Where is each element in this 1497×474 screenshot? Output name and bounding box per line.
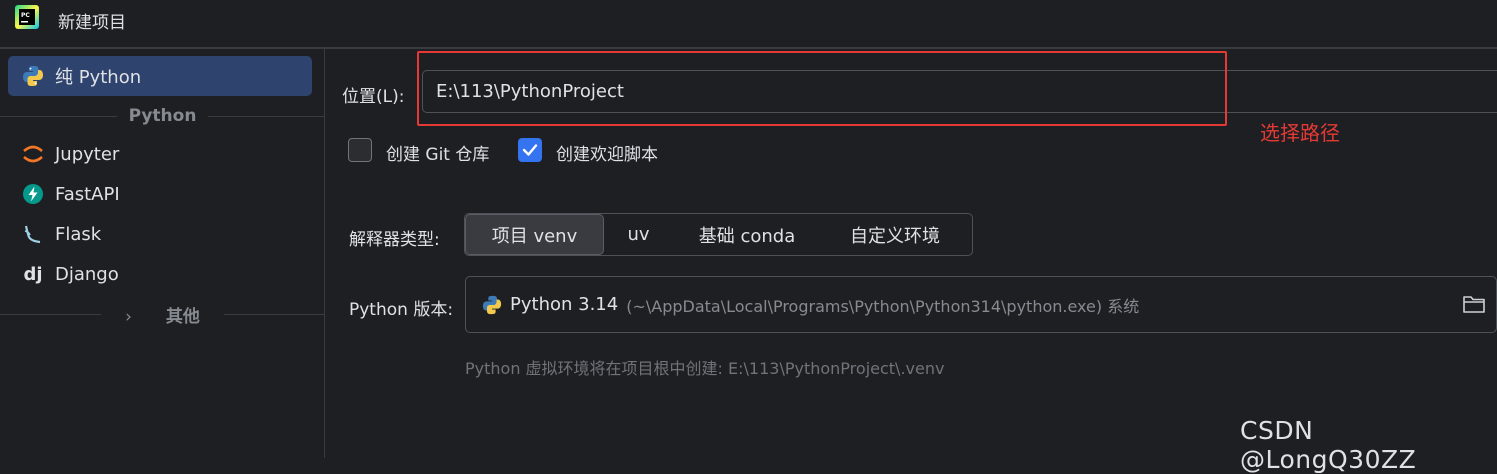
sidebar-item-jupyter[interactable]: Jupyter xyxy=(8,134,312,174)
watermark: CSDN @LongQ30ZZ xyxy=(1240,416,1417,474)
sidebar-item-django[interactable]: dj Django xyxy=(8,254,312,294)
chevron-right-icon: › xyxy=(125,306,132,327)
pycharm-logo-icon: PC xyxy=(15,5,39,29)
jupyter-icon xyxy=(22,143,44,165)
sidebar-item-label: Django xyxy=(55,263,119,285)
sidebar-item-label: Flask xyxy=(55,223,102,245)
interpreter-type-segmented: 项目 venv uv 基础 conda 自定义环境 xyxy=(464,213,973,256)
interpreter-option-venv[interactable]: 项目 venv xyxy=(465,214,604,255)
interpreter-option-conda[interactable]: 基础 conda xyxy=(673,214,821,255)
svg-text:PC: PC xyxy=(21,12,30,19)
window-title: 新建项目 xyxy=(58,13,126,33)
welcome-script-checkbox[interactable] xyxy=(518,138,542,162)
venv-location-hint: Python 虚拟环境将在项目根中创建: E:\113\PythonProjec… xyxy=(465,359,945,378)
annotation-text: 选择路径 xyxy=(1260,121,1340,145)
flask-icon xyxy=(22,223,44,245)
fastapi-icon xyxy=(22,183,44,205)
django-icon: dj xyxy=(23,263,43,285)
new-project-form: 位置(L): E:\113\PythonProject 选择路径 创建 Git … xyxy=(326,49,1497,458)
sidebar-item-fastapi[interactable]: FastAPI xyxy=(8,174,312,214)
interpreter-type-label: 解释器类型: xyxy=(349,230,440,250)
python-version-select[interactable]: Python 3.14 (~\AppData\Local\Programs\Py… xyxy=(465,276,1497,333)
python-icon xyxy=(482,295,502,315)
interpreter-option-custom[interactable]: 自定义环境 xyxy=(821,214,969,255)
folder-icon[interactable] xyxy=(1462,293,1486,315)
sidebar-item-label: FastAPI xyxy=(55,183,120,205)
sidebar-group-other[interactable]: › 其他 xyxy=(0,303,325,327)
sidebar-item-flask[interactable]: Flask xyxy=(8,214,312,254)
welcome-script-label: 创建欢迎脚本 xyxy=(556,145,658,165)
python-version-label: Python 版本: xyxy=(349,300,454,320)
checkmark-icon xyxy=(522,144,538,156)
git-repo-label: 创建 Git 仓库 xyxy=(386,145,490,165)
sidebar-group-python: Python xyxy=(0,105,325,127)
sidebar-item-label: 纯 Python xyxy=(55,67,142,88)
python-icon xyxy=(22,65,44,87)
sidebar-item-label: Jupyter xyxy=(55,143,120,165)
interpreter-option-uv[interactable]: uv xyxy=(604,214,673,255)
python-version-path: (~\AppData\Local\Programs\Python\Python3… xyxy=(626,296,1140,316)
location-label: 位置(L): xyxy=(342,87,405,107)
title-bar: PC 新建项目 xyxy=(0,0,1497,46)
project-type-sidebar: 纯 Python Python Jupyter FastAPI Flask dj… xyxy=(0,49,325,458)
git-repo-checkbox[interactable] xyxy=(348,138,372,162)
annotation-highlight-box xyxy=(417,51,1227,126)
python-version-name: Python 3.14 xyxy=(510,294,619,315)
sidebar-item-pure-python[interactable]: 纯 Python xyxy=(8,56,312,96)
